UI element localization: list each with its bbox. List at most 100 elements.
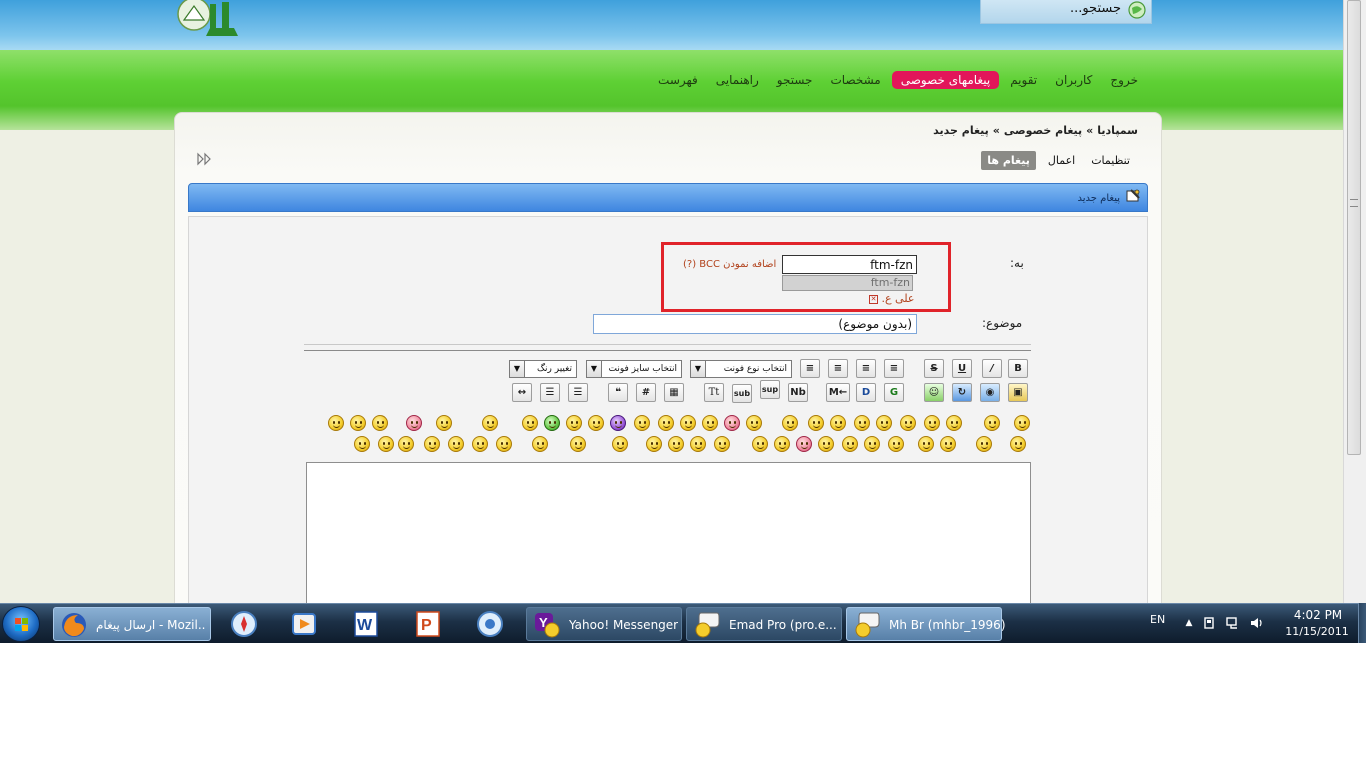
search-input[interactable]: جستجو... <box>1070 1 1121 16</box>
autocomplete-suggestion[interactable]: ftm-fzn <box>782 275 913 291</box>
smiley-icon[interactable] <box>924 415 940 431</box>
smiley-icon[interactable] <box>714 436 730 452</box>
language-indicator[interactable]: EN <box>1150 613 1165 626</box>
taskbar-word[interactable]: W <box>340 607 392 641</box>
taskbar-yahoo-messenger[interactable]: Y Yahoo! Messenger <box>526 607 682 641</box>
remove-recipient-icon[interactable]: ✕ <box>869 294 878 304</box>
subtab-messages[interactable]: پیغام ها <box>981 151 1036 170</box>
taskbar-chat-emad[interactable]: Emad Pro (pro.e... <box>686 607 842 641</box>
nav-item-members[interactable]: کاربران <box>1048 71 1099 89</box>
font-family-select[interactable]: انتخاب نوع فونت ▼ <box>690 360 792 378</box>
recipient-input[interactable] <box>782 255 917 274</box>
smiley-icon[interactable] <box>818 436 834 452</box>
clock-time[interactable]: 4:02 PM <box>1288 608 1348 622</box>
google-icon[interactable]: G <box>884 383 904 402</box>
smiley-icon[interactable] <box>398 436 414 452</box>
numbered-list-icon[interactable]: ☰ <box>540 383 560 402</box>
smiley-icon[interactable] <box>668 436 684 452</box>
smiley-icon[interactable] <box>900 415 916 431</box>
taskbar-media-player[interactable] <box>278 607 330 641</box>
smiley-icon[interactable] <box>746 415 762 431</box>
taskbar-powerpoint[interactable]: P <box>402 607 454 641</box>
clock-date[interactable]: 11/15/2011 <box>1278 625 1356 638</box>
align-left-icon[interactable]: ≡ <box>800 359 820 378</box>
taskbar-safari[interactable] <box>218 607 270 641</box>
underline-button[interactable]: U <box>952 359 972 378</box>
hash-button[interactable]: # <box>636 383 656 402</box>
subtab-settings[interactable]: تنظیمات <box>1087 152 1134 169</box>
nav-item-calendar[interactable]: تقویم <box>1003 71 1044 89</box>
add-bcc-link[interactable]: اضافه نمودن BCC (?) <box>683 259 776 270</box>
bold-button[interactable]: B <box>1008 359 1028 378</box>
insert-link-icon[interactable]: ◉ <box>980 383 1000 402</box>
superscript-button[interactable]: sup <box>760 380 780 399</box>
subject-input[interactable] <box>593 314 917 334</box>
quote-icon[interactable]: ❝ <box>608 383 628 402</box>
smiley-icon[interactable] <box>752 436 768 452</box>
nav-item-search[interactable]: جستجو <box>770 71 820 89</box>
page-scrollbar[interactable] <box>1343 0 1366 603</box>
nav-item-help[interactable]: راهنمایی <box>709 71 766 89</box>
smiley-icon[interactable] <box>406 415 422 431</box>
align-center-icon[interactable]: ≡ <box>828 359 848 378</box>
nb-button[interactable]: Nb <box>788 383 808 402</box>
recipient-chip-label[interactable]: علی ع. <box>882 292 915 305</box>
smiley-icon[interactable] <box>808 415 824 431</box>
show-desktop-button[interactable] <box>1358 603 1366 643</box>
strikethrough-button[interactable]: S <box>924 359 944 378</box>
align-justify-icon[interactable]: ≡ <box>856 359 876 378</box>
site-logo[interactable] <box>172 0 254 40</box>
taskbar-network[interactable] <box>464 607 516 641</box>
smiley-icon[interactable] <box>354 436 370 452</box>
smiley-icon[interactable] <box>702 415 718 431</box>
nav-item-index[interactable]: فهرست <box>651 71 705 89</box>
smiley-icon[interactable] <box>946 415 962 431</box>
smiley-icon[interactable] <box>888 436 904 452</box>
nav-item-private-messages[interactable]: پیغامهای خصوصی <box>891 71 1000 89</box>
volume-icon[interactable] <box>1250 616 1264 630</box>
smiley-icon[interactable] <box>588 415 604 431</box>
breadcrumb-item[interactable]: پیغام خصوصی <box>1004 124 1082 137</box>
collapse-arrows-icon[interactable] <box>197 152 213 166</box>
smiley-icon[interactable] <box>830 415 846 431</box>
taskbar-firefox[interactable]: ارسال پیغام - Mozil... <box>53 607 211 641</box>
smiley-icon[interactable] <box>350 415 366 431</box>
smiley-icon[interactable] <box>976 436 992 452</box>
smiley-icon[interactable] <box>472 436 488 452</box>
smiley-icon[interactable] <box>544 415 560 431</box>
usb-icon[interactable] <box>1202 616 1216 630</box>
smiley-icon[interactable] <box>842 436 858 452</box>
smiley-icon[interactable] <box>448 436 464 452</box>
smiley-icon[interactable] <box>1014 415 1030 431</box>
smiley-icon[interactable] <box>984 415 1000 431</box>
smiley-icon[interactable] <box>610 415 626 431</box>
insert-image-icon[interactable]: ▣ <box>1008 383 1028 402</box>
smiley-icon[interactable] <box>782 415 798 431</box>
smiley-icon[interactable] <box>570 436 586 452</box>
smiley-icon[interactable] <box>658 415 674 431</box>
color-select[interactable]: تغییر رنگ ▼ <box>509 360 577 378</box>
align-right-icon[interactable]: ≡ <box>884 359 904 378</box>
smiley-icon[interactable] <box>690 436 706 452</box>
smiley-icon[interactable] <box>940 436 956 452</box>
smiley-icon[interactable] <box>522 415 538 431</box>
smiley-icon[interactable] <box>378 436 394 452</box>
smiley-icon[interactable] <box>566 415 582 431</box>
taskbar-chat-mhbr[interactable]: Mh Br (mhbr_1996) <box>846 607 1006 641</box>
teletype-button[interactable]: Tt <box>704 383 724 402</box>
emoticon-icon[interactable]: ☺ <box>924 383 944 402</box>
italic-button[interactable]: / <box>982 359 1002 378</box>
smiley-icon[interactable] <box>634 415 650 431</box>
wiki-icon[interactable]: D <box>856 383 876 402</box>
smiley-icon[interactable] <box>774 436 790 452</box>
search-globe-icon[interactable] <box>1127 0 1147 20</box>
smiley-icon[interactable] <box>496 436 512 452</box>
smiley-icon[interactable] <box>646 436 662 452</box>
horizontal-rule-icon[interactable]: ↔ <box>512 383 532 402</box>
scrollbar-thumb[interactable] <box>1347 0 1361 455</box>
table-icon[interactable]: ▦ <box>664 383 684 402</box>
show-hidden-icons-icon[interactable]: ▲ <box>1182 616 1196 630</box>
smiley-icon[interactable] <box>424 436 440 452</box>
nav-item-logout[interactable]: خروج <box>1103 71 1145 89</box>
smiley-icon[interactable] <box>328 415 344 431</box>
